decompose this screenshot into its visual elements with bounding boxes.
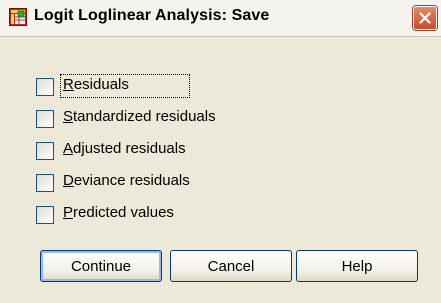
predicted-values-checkbox[interactable] (36, 206, 54, 224)
predicted-values-label[interactable]: Predicted values (63, 204, 174, 221)
window-title: Logit Loglinear Analysis: Save (34, 7, 270, 24)
help-button[interactable]: Help (296, 250, 418, 282)
adjusted-residuals-label[interactable]: Adjusted residuals (63, 140, 186, 157)
deviance-residuals-checkbox[interactable] (36, 174, 54, 192)
close-button[interactable] (413, 6, 437, 30)
spss-table-icon (9, 8, 27, 26)
focus-rectangle (60, 74, 190, 98)
deviance-residuals-label[interactable]: Deviance residuals (63, 172, 190, 189)
cancel-button[interactable]: Cancel (170, 250, 292, 282)
title-bar[interactable]: Logit Loglinear Analysis: Save (0, 0, 441, 37)
standardized-residuals-label[interactable]: Standardized residuals (63, 108, 216, 125)
residuals-checkbox[interactable] (36, 78, 54, 96)
adjusted-residuals-checkbox[interactable] (36, 142, 54, 160)
standardized-residuals-checkbox[interactable] (36, 110, 54, 128)
continue-button[interactable]: Continue (40, 250, 162, 282)
